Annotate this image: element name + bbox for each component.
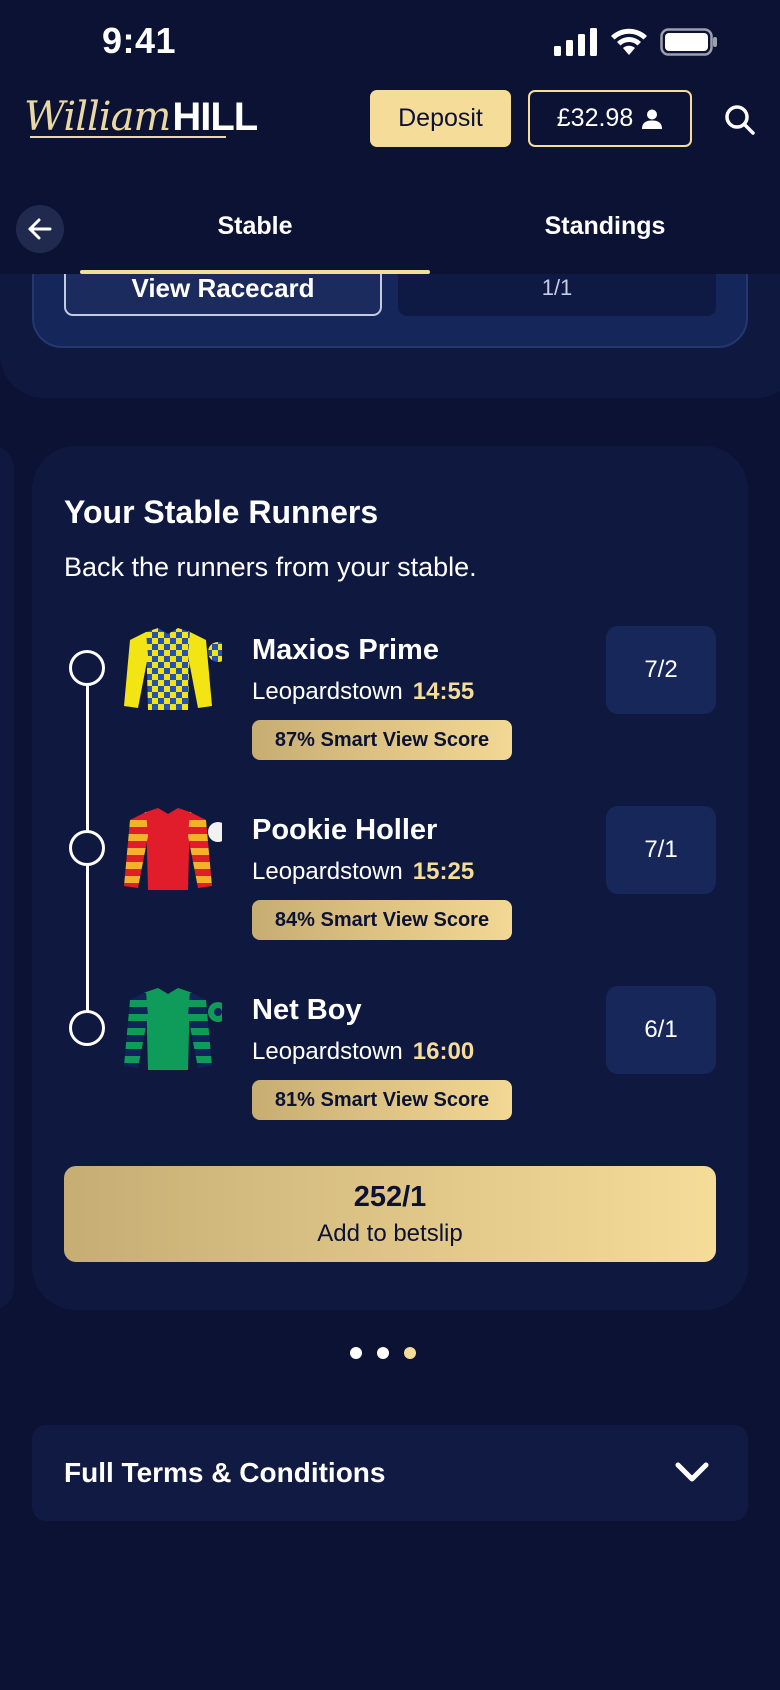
runner-course: Leopardstown [252,1038,403,1065]
odds-button[interactable]: 6/1 [606,986,716,1074]
status-icons [554,28,718,56]
betslip-odds: 252/1 [353,1180,427,1213]
runner-name: Pookie Holler [252,814,438,846]
logo-underline [30,136,226,138]
smart-view-score-badge: 84% Smart View Score [252,900,512,940]
pagination-dot[interactable] [377,1347,389,1359]
smart-view-score-badge: 81% Smart View Score [252,1080,512,1120]
odds-button[interactable]: 7/2 [606,626,716,714]
status-time: 9:41 [102,20,177,61]
runner-time: 14:55 [412,678,475,705]
chevron-down-icon [675,1462,709,1482]
wifi-icon [611,28,647,55]
card-title: Your Stable Runners [64,494,379,530]
timeline-node [69,830,105,866]
stable-runners-card: Your Stable Runners Back the runners fro… [32,446,748,1310]
runner-time: 15:25 [412,858,475,885]
user-icon [642,109,663,129]
balance-button[interactable]: £32.98 [528,90,692,147]
tab-standings[interactable]: Standings [500,212,710,241]
signal-icon [554,28,597,56]
runner-course: Leopardstown [252,678,403,705]
runner-item: Net Boy Leopardstown 16:00 81% Smart Vie… [32,986,748,1166]
deposit-button[interactable]: Deposit [370,90,511,147]
app-header: William HILL Deposit £32.98 [0,80,780,190]
runner-course-line: Leopardstown 14:55 [252,678,474,706]
red-yellow-hoop-silk-icon [124,808,222,890]
runner-name: Maxios Prime [252,634,439,666]
arrow-left-icon [28,218,52,240]
timeline-node [69,650,105,686]
yellow-blue-check-silk-icon [124,628,222,710]
runner-course-line: Leopardstown 15:25 [252,858,474,886]
runner-item: Pookie Holler Leopardstown 15:25 84% Sma… [32,806,748,986]
tab-bar: Stable Standings [0,190,780,274]
betslip-label: Add to betslip [317,1219,463,1247]
timeline-node [69,1010,105,1046]
smart-view-score-badge: 87% Smart View Score [252,720,512,760]
carousel-previous-card-peek[interactable] [0,446,14,1310]
runner-time: 16:00 [412,1038,475,1065]
pagination-dot[interactable] [350,1347,362,1359]
odds-button[interactable]: 7/1 [606,806,716,894]
carousel-pagination [350,1347,416,1359]
terms-label: Full Terms & Conditions [64,1457,386,1488]
balance-amount: £32.98 [556,104,634,132]
runner-course: Leopardstown [252,858,403,885]
card-subtitle: Back the runners from your stable. [64,552,477,582]
logo-bold-text: HILL [172,95,258,139]
runner-course-line: Leopardstown 16:00 [252,1038,474,1066]
add-to-betslip-button[interactable]: 252/1 Add to betslip [64,1166,716,1262]
green-navy-hoop-silk-icon [124,988,222,1070]
terms-accordion[interactable]: Full Terms & Conditions [32,1425,748,1521]
search-icon [725,105,755,135]
search-button[interactable] [720,100,760,140]
pagination-dot-active[interactable] [404,1347,416,1359]
runner-name: Net Boy [252,994,362,1026]
tab-stable[interactable]: Stable [150,212,360,241]
back-button[interactable] [16,205,64,253]
active-tab-indicator [80,270,430,274]
battery-icon [660,28,717,56]
logo-script-text: William [24,94,171,140]
status-bar: 9:41 [0,0,780,80]
runner-item: Maxios Prime Leopardstown 14:55 87% Smar… [32,626,748,806]
